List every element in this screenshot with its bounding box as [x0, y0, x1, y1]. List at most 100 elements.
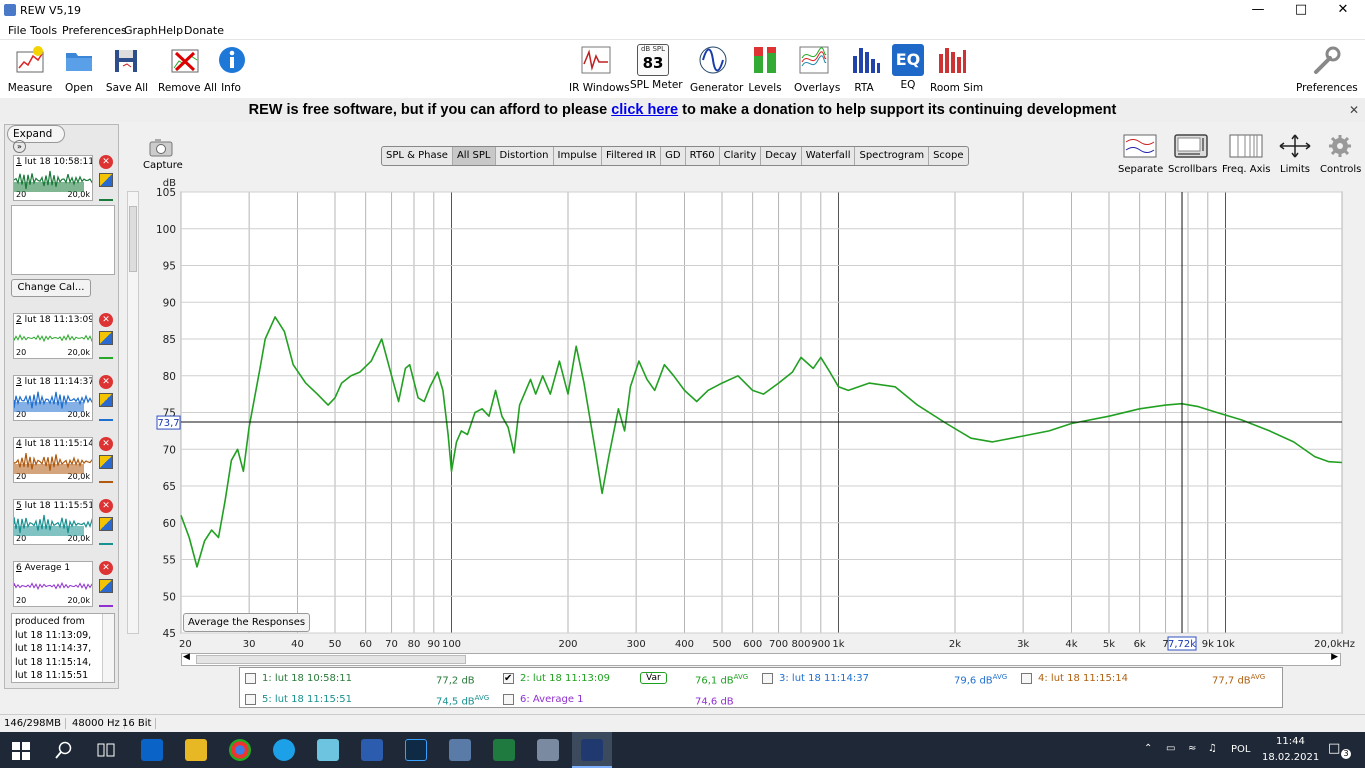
- x-tick-label: 50: [329, 639, 342, 650]
- status-bar: 146/298MB 48000 Hz 16 Bit: [0, 714, 1365, 732]
- hscroll-thumb[interactable]: [196, 655, 466, 664]
- legend-checkbox[interactable]: [503, 694, 514, 705]
- cursor-x-label: 7,72k: [1168, 639, 1196, 650]
- x-tick-label: 9k: [1202, 639, 1214, 650]
- x-tick-label: 40: [291, 639, 304, 650]
- cursor-y-label: 73,7: [157, 418, 179, 429]
- language-indicator[interactable]: POL: [1231, 744, 1250, 755]
- x-tick-label: 90: [427, 639, 440, 650]
- legend-name[interactable]: 5: lut 18 11:15:51: [262, 694, 352, 705]
- legend-name[interactable]: 4: lut 18 11:15:14: [1038, 673, 1128, 684]
- legend-value: 77,7 dBAVG: [1212, 673, 1265, 686]
- y-tick-label: 45: [163, 628, 176, 640]
- y-tick-label: 55: [163, 555, 176, 567]
- x-tick-label: 80: [408, 639, 421, 650]
- legend-value: 74,6 dB: [695, 694, 734, 707]
- x-tick-label: 1k: [832, 639, 844, 650]
- legend-checkbox[interactable]: [245, 673, 256, 684]
- legend-value-sup: AVG: [992, 673, 1008, 681]
- outlook-icon[interactable]: [141, 739, 163, 761]
- tray-arrow-icon[interactable]: ⌃: [1144, 743, 1152, 754]
- skype-icon[interactable]: [273, 739, 295, 761]
- x-tick-label: 900: [811, 639, 830, 650]
- y-tick-label: 85: [163, 334, 176, 346]
- measurement-legend: 1: lut 18 10:58:11 77,2 dB ✔ 2: lut 18 11:1…: [239, 667, 1283, 708]
- legend-value: 74,5 dBAVG: [436, 694, 489, 707]
- legend-name[interactable]: 1: lut 18 10:58:11: [262, 673, 352, 684]
- legend-checkbox[interactable]: [1021, 673, 1032, 684]
- windows-taskbar: ⌃ ▭ ≈ ♫ POL 11:44 18.02.2021 □ 3: [0, 732, 1365, 768]
- legend-checkbox[interactable]: [762, 673, 773, 684]
- legend-checkbox[interactable]: ✔: [503, 673, 514, 684]
- rew-taskbar-button[interactable]: [572, 732, 612, 768]
- wifi-icon[interactable]: ≈: [1188, 743, 1196, 754]
- y-tick-label: 80: [163, 371, 176, 383]
- y-tick-label: 65: [163, 481, 176, 493]
- legend-value-sup: AVG: [1250, 673, 1266, 681]
- legend-value-text: 74,5 dB: [436, 696, 475, 708]
- x-tick-label: 800: [791, 639, 810, 650]
- y-tick-label: 50: [163, 591, 176, 603]
- x-tick-label: 300: [627, 639, 646, 650]
- battery-icon[interactable]: ▭: [1166, 743, 1175, 754]
- bit-depth-status: 16 Bit: [118, 718, 157, 729]
- calculator-icon[interactable]: [537, 739, 559, 761]
- file-explorer-icon[interactable]: [185, 739, 207, 761]
- scroll-left-icon[interactable]: ◀: [183, 652, 190, 662]
- x-tick-label: 10k: [1216, 639, 1235, 650]
- task-view-icon[interactable]: [97, 742, 115, 758]
- legend-value-text: 79,6 dB: [954, 675, 993, 687]
- excel-icon[interactable]: [493, 739, 515, 761]
- photoshop-icon[interactable]: [405, 739, 427, 761]
- word-icon[interactable]: [361, 739, 383, 761]
- legend-value-text: 74,6 dB: [695, 696, 734, 708]
- clock-time[interactable]: 11:44: [1276, 736, 1305, 747]
- chrome-icon[interactable]: [229, 739, 251, 761]
- x-tick-label: 20: [179, 639, 192, 650]
- x-tick-label: 700: [769, 639, 788, 650]
- legend-name[interactable]: 2: lut 18 11:13:09: [520, 673, 610, 684]
- windows-start-icon[interactable]: [12, 742, 30, 760]
- legend-var-badge[interactable]: Var: [640, 672, 667, 684]
- y-tick-label: 60: [163, 518, 176, 530]
- x-tick-label: 500: [712, 639, 731, 650]
- x-tick-label: 200: [558, 639, 577, 650]
- legend-value: 79,6 dBAVG: [954, 673, 1007, 686]
- legend-value-sup: AVG: [474, 694, 490, 702]
- x-tick-label: 400: [675, 639, 694, 650]
- x-tick-label: 30: [243, 639, 256, 650]
- legend-name[interactable]: 6: Average 1: [520, 694, 584, 705]
- app-icon[interactable]: [317, 739, 339, 761]
- legend-value: 77,2 dB: [436, 673, 475, 686]
- y-axis-label: dB: [163, 178, 176, 189]
- clock-date[interactable]: 18.02.2021: [1262, 752, 1319, 763]
- search-icon[interactable]: [55, 741, 73, 759]
- scroll-right-icon[interactable]: ▶: [1331, 652, 1338, 662]
- legend-checkbox[interactable]: [245, 694, 256, 705]
- graph-horizontal-scrollbar[interactable]: ◀ ▶: [181, 652, 1341, 666]
- save-app-icon[interactable]: [449, 739, 471, 761]
- average-responses-button[interactable]: Average the Responses: [183, 613, 311, 632]
- x-tick-label: 4k: [1065, 639, 1077, 650]
- legend-value-text: 77,2 dB: [436, 675, 475, 687]
- legend-value-text: 77,7 dB: [1212, 675, 1251, 687]
- y-tick-label: 70: [163, 444, 176, 456]
- volume-icon[interactable]: ♫: [1208, 743, 1217, 754]
- legend-value-text: 76,1 dB: [695, 675, 734, 687]
- x-tick-label: 100: [442, 639, 461, 650]
- y-tick-label: 90: [163, 297, 176, 309]
- memory-status: 146/298MB: [0, 718, 67, 729]
- x-tick-label: 6k: [1134, 639, 1146, 650]
- y-tick-label: 100: [156, 224, 176, 236]
- x-tick-label: 600: [743, 639, 762, 650]
- sample-rate-status: 48000 Hz: [68, 718, 125, 729]
- rew-icon: [581, 739, 603, 761]
- legend-name[interactable]: 3: lut 18 11:14:37: [779, 673, 869, 684]
- y-tick-label: 95: [163, 261, 176, 273]
- x-tick-label: 70: [385, 639, 398, 650]
- x-tick-label: 3k: [1017, 639, 1029, 650]
- notification-icon[interactable]: □: [1328, 741, 1340, 756]
- x-tick-label: 60: [359, 639, 372, 650]
- x-tick-label: 20,0kHz: [1314, 639, 1355, 650]
- legend-value-sup: AVG: [733, 673, 749, 681]
